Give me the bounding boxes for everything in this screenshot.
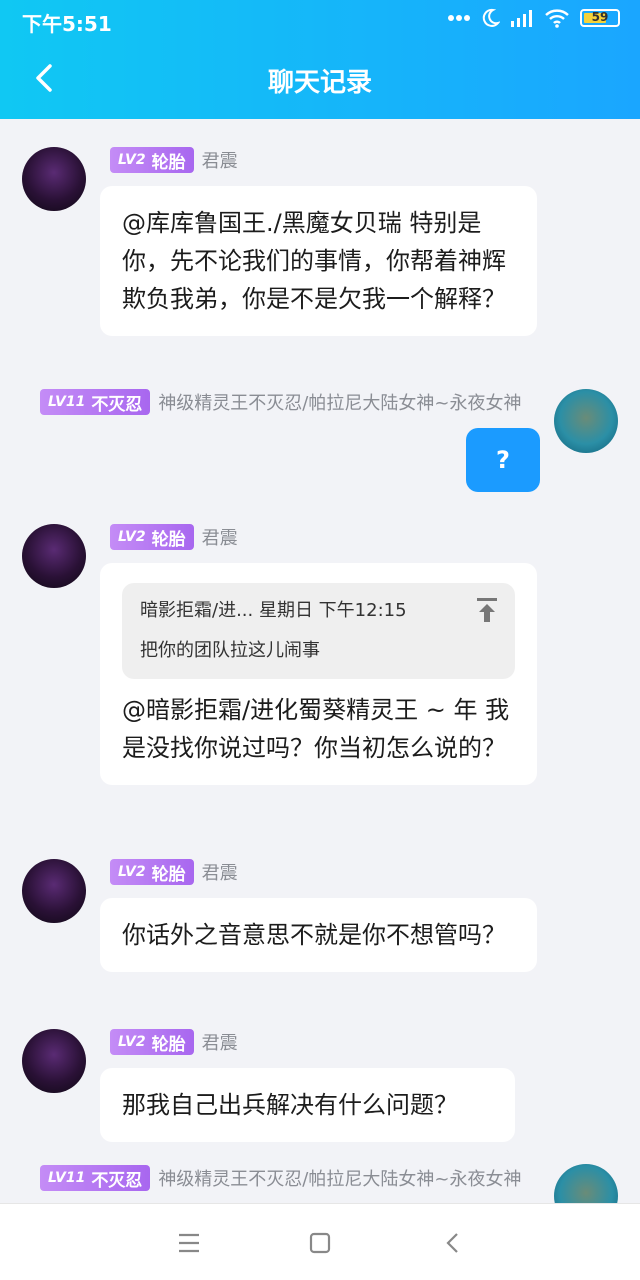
status-time: 下午5:51 [22, 12, 112, 36]
sender-name: 神级精灵王不灭忍/帕拉尼大陆女神~永夜女神 [158, 393, 522, 414]
avatar[interactable] [554, 389, 618, 453]
header-bar: 下午5:51 59 聊天记录 [0, 0, 640, 119]
jump-to-top-icon[interactable] [475, 597, 499, 623]
sender-name: 君震 [201, 863, 238, 884]
avatar[interactable] [22, 1029, 86, 1093]
message-bubble[interactable]: @库库鲁国王./黑魔女贝瑞 特别是你，先不论我们的事情，你帮着神辉欺负我弟，你是… [100, 186, 537, 336]
sender-meta: LV2 轮胎 君震 [110, 147, 238, 173]
battery-level: 59 [591, 10, 609, 24]
moon-icon [482, 8, 500, 27]
system-nav-bar [0, 1203, 640, 1280]
sender-meta: LV11 不灭忍 神级精灵王不灭忍/帕拉尼大陆女神~永夜女神 [40, 389, 521, 415]
home-icon[interactable] [307, 1230, 333, 1256]
message-bubble-self[interactable]: ? [466, 428, 540, 492]
sender-meta: LV2 轮胎 君震 [110, 859, 238, 885]
level-badge: LV2 轮胎 [110, 147, 194, 173]
message-text: ? [496, 446, 510, 474]
sender-name: 君震 [201, 528, 238, 549]
level-badge: LV2 轮胎 [110, 1029, 194, 1055]
sender-name: 君震 [201, 1033, 238, 1054]
sender-meta: LV2 轮胎 君震 [110, 524, 238, 550]
level-badge: LV2 轮胎 [110, 524, 194, 550]
quoted-message[interactable]: 暗影拒霜/进... 星期日 下午12:15 把你的团队拉这儿闹事 [122, 583, 515, 679]
battery-icon: 59 [580, 9, 620, 27]
message-bubble[interactable]: 那我自己出兵解决有什么问题？ [100, 1068, 515, 1142]
level-badge: LV11 不灭忍 [40, 1165, 151, 1191]
message-text: @库库鲁国王./黑魔女贝瑞 特别是你，先不论我们的事情，你帮着神辉欺负我弟，你是… [122, 209, 506, 313]
level-badge: LV2 轮胎 [110, 859, 194, 885]
quote-header: 暗影拒霜/进... 星期日 下午12:15 [140, 600, 407, 621]
menu-icon[interactable] [176, 1230, 202, 1256]
message-bubble[interactable]: 暗影拒霜/进... 星期日 下午12:15 把你的团队拉这儿闹事 @暗影拒霜/进… [100, 563, 537, 785]
message-text: 你话外之音意思不就是你不想管吗？ [122, 921, 506, 949]
chat-history[interactable]: LV2 轮胎 君震 @库库鲁国王./黑魔女贝瑞 特别是你，先不论我们的事情，你帮着… [0, 119, 640, 1203]
message-text: 那我自己出兵解决有什么问题？ [122, 1091, 458, 1119]
more-dots-icon [448, 15, 470, 21]
nav-bar: 聊天记录 [0, 40, 640, 119]
avatar[interactable] [22, 859, 86, 923]
sender-meta: LV2 轮胎 君震 [110, 1029, 238, 1055]
level-badge: LV11 不灭忍 [40, 389, 151, 415]
avatar[interactable] [22, 147, 86, 211]
quote-body: 把你的团队拉这儿闹事 [140, 640, 320, 661]
sender-name: 君震 [201, 151, 238, 172]
page-title: 聊天记录 [267, 68, 372, 98]
status-bar: 下午5:51 59 [0, 0, 640, 40]
avatar[interactable] [22, 524, 86, 588]
signal-icon [511, 10, 532, 27]
status-icons: 59 [448, 8, 620, 28]
back-icon[interactable] [440, 1230, 466, 1256]
sender-name: 神级精灵王不灭忍/帕拉尼大陆女神~永夜女神 [158, 1169, 522, 1190]
avatar[interactable] [554, 1164, 618, 1203]
message-text: @暗影拒霜/进化蜀葵精灵王 ~ 年 我是没找你说过吗？你当初怎么说的？ [122, 696, 510, 762]
wifi-icon [545, 9, 569, 28]
message-bubble[interactable]: 你话外之音意思不就是你不想管吗？ [100, 898, 537, 972]
sender-meta: LV11 不灭忍 神级精灵王不灭忍/帕拉尼大陆女神~永夜女神 [40, 1165, 521, 1191]
